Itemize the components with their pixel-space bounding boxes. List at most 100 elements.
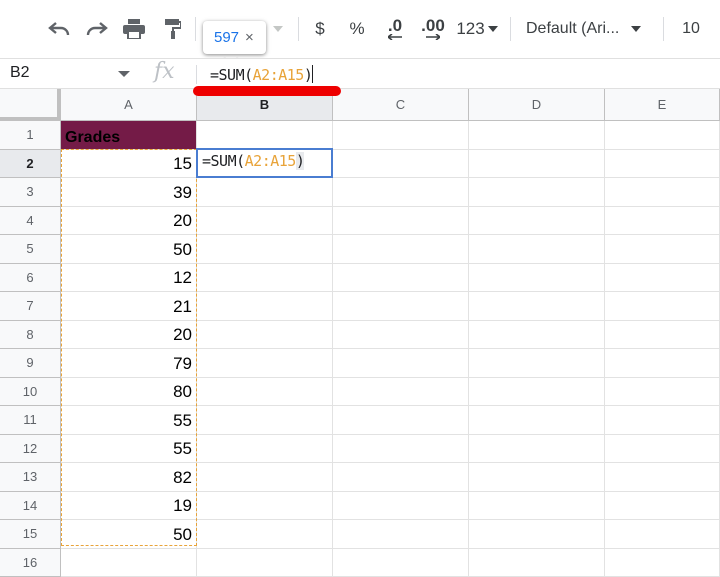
cell-d6[interactable] [469,264,605,293]
cell-b1[interactable] [197,121,333,150]
cell-e13[interactable] [605,463,720,492]
cell-a16[interactable] [61,549,197,577]
cell-e14[interactable] [605,492,720,521]
undo-icon[interactable] [44,0,74,58]
cell-c2[interactable] [333,150,469,179]
active-cell-editor[interactable]: =SUM(A2:A15) [196,148,333,178]
cell-b14[interactable] [197,492,333,521]
row-header-12[interactable]: 12 [0,435,61,464]
row-header-8[interactable]: 8 [0,321,61,350]
cell-d2[interactable] [469,150,605,179]
cell-d8[interactable] [469,321,605,350]
row-header-13[interactable]: 13 [0,463,61,492]
cell-b9[interactable] [197,349,333,378]
cell-d11[interactable] [469,406,605,435]
cell-e11[interactable] [605,406,720,435]
cell-e5[interactable] [605,235,720,264]
cell-a11[interactable]: 55 [61,406,197,435]
cell-a8[interactable]: 20 [61,321,197,350]
select-all-corner[interactable] [0,89,61,121]
cell-e2[interactable] [605,150,720,179]
close-icon[interactable]: × [245,29,254,46]
cell-a13[interactable]: 82 [61,463,197,492]
row-header-7[interactable]: 7 [0,292,61,321]
cell-a10[interactable]: 80 [61,378,197,407]
cell-d16[interactable] [469,549,605,577]
cell-a7[interactable]: 21 [61,292,197,321]
print-icon[interactable] [120,0,148,58]
cell-e15[interactable] [605,520,720,549]
cell-b12[interactable] [197,435,333,464]
redo-icon[interactable] [82,0,112,58]
cell-c4[interactable] [333,207,469,236]
cell-c6[interactable] [333,264,469,293]
name-box[interactable]: B2 [10,64,30,82]
cell-c10[interactable] [333,378,469,407]
paint-format-icon[interactable] [160,0,186,58]
cell-c1[interactable] [333,121,469,150]
cell-c9[interactable] [333,349,469,378]
column-header-e[interactable]: E [605,89,720,121]
row-header-11[interactable]: 11 [0,406,61,435]
cell-b13[interactable] [197,463,333,492]
percent-button[interactable]: % [344,0,370,58]
font-family-select[interactable]: Default (Ari... [526,0,652,58]
cell-d9[interactable] [469,349,605,378]
row-header-1[interactable]: 1 [0,121,61,150]
cell-a2[interactable]: 15 [61,150,197,179]
cell-c11[interactable] [333,406,469,435]
row-header-5[interactable]: 5 [0,235,61,264]
cell-e9[interactable] [605,349,720,378]
cell-c14[interactable] [333,492,469,521]
cell-a12[interactable]: 55 [61,435,197,464]
cell-a1[interactable]: Grades [61,121,197,150]
row-header-9[interactable]: 9 [0,349,61,378]
cell-d3[interactable] [469,178,605,207]
cell-d10[interactable] [469,378,605,407]
cell-a6[interactable]: 12 [61,264,197,293]
cell-e8[interactable] [605,321,720,350]
formula-input[interactable]: =SUM(A2:A15) [210,65,313,84]
cell-c5[interactable] [333,235,469,264]
cell-a9[interactable]: 79 [61,349,197,378]
column-header-d[interactable]: D [469,89,605,121]
font-size-input[interactable]: 10 [676,0,706,58]
cell-a15[interactable]: 50 [61,520,197,549]
cell-b11[interactable] [197,406,333,435]
cell-d15[interactable] [469,520,605,549]
cell-e16[interactable] [605,549,720,577]
cell-b6[interactable] [197,264,333,293]
cell-a3[interactable]: 39 [61,178,197,207]
name-box-dropdown-icon[interactable] [118,71,130,77]
column-header-c[interactable]: C [333,89,469,121]
row-header-3[interactable]: 3 [0,178,61,207]
cell-a5[interactable]: 50 [61,235,197,264]
increase-decimal-button[interactable]: .00 [416,0,450,58]
decrease-decimal-button[interactable]: .0 [380,0,410,58]
cell-c3[interactable] [333,178,469,207]
row-header-16[interactable]: 16 [0,549,61,577]
cell-d13[interactable] [469,463,605,492]
cell-e10[interactable] [605,378,720,407]
cell-e1[interactable] [605,121,720,150]
cell-b10[interactable] [197,378,333,407]
cell-e3[interactable] [605,178,720,207]
cell-c8[interactable] [333,321,469,350]
cell-b4[interactable] [197,207,333,236]
row-header-4[interactable]: 4 [0,207,61,236]
row-header-2[interactable]: 2 [0,150,61,179]
cell-c13[interactable] [333,463,469,492]
cell-d12[interactable] [469,435,605,464]
cell-e4[interactable] [605,207,720,236]
cell-a14[interactable]: 19 [61,492,197,521]
cell-d7[interactable] [469,292,605,321]
row-header-14[interactable]: 14 [0,492,61,521]
zoom-dropdown-icon[interactable] [268,0,288,58]
cell-d14[interactable] [469,492,605,521]
cell-b15[interactable] [197,520,333,549]
cell-b3[interactable] [197,178,333,207]
cell-c15[interactable] [333,520,469,549]
cell-d4[interactable] [469,207,605,236]
column-header-a[interactable]: A [61,89,197,121]
cell-b8[interactable] [197,321,333,350]
